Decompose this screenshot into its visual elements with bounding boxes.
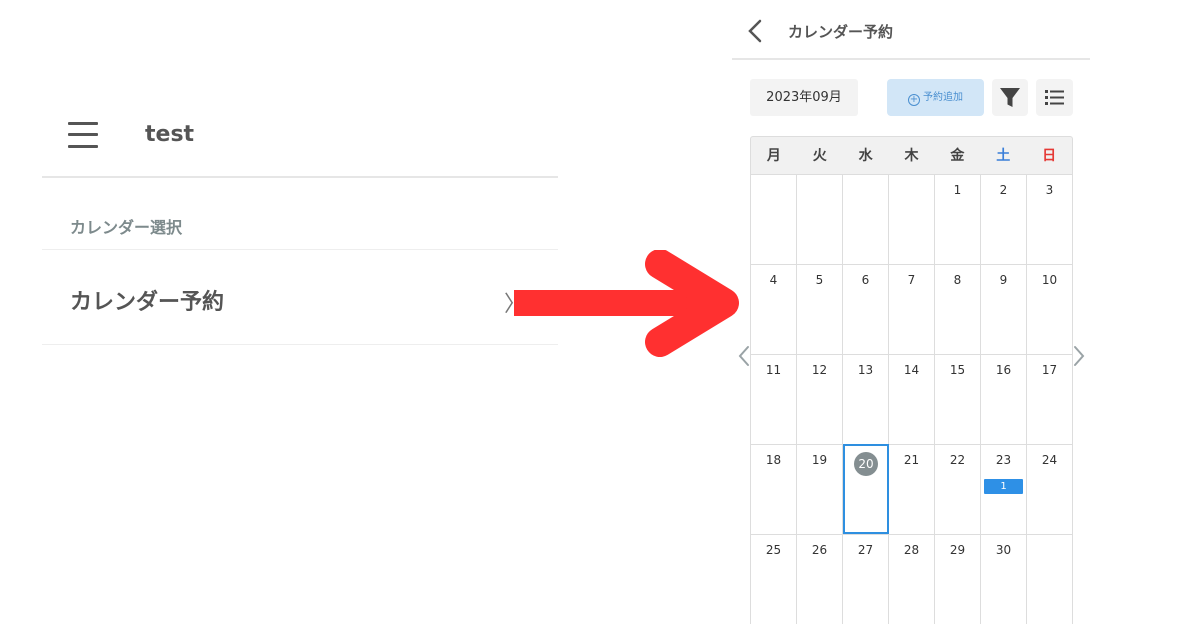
section-label: カレンダー選択 — [70, 218, 183, 237]
day-cell[interactable]: 11 — [751, 354, 797, 444]
day-number: 3 — [1045, 183, 1054, 197]
day-number: 29 — [949, 543, 966, 557]
weekday-header: 月 火 水 木 金 土 日 — [750, 136, 1073, 174]
day-number: 27 — [857, 543, 874, 557]
calendar-grid: 月 火 水 木 金 土 日 1 2 3 4 5 6 7 8 9 10 11 12 13 14 15 16 17 1… — [750, 136, 1073, 630]
day-number: 1 — [953, 183, 962, 197]
list-icon — [1045, 90, 1064, 105]
day-number: 9 — [999, 273, 1008, 287]
day-cell[interactable]: 9 — [981, 264, 1027, 354]
day-number: 12 — [811, 363, 828, 377]
calendar-days: 1 2 3 4 5 6 7 8 9 10 11 12 13 14 15 16 17 18 19 20 21 22 23 1 24… — [750, 174, 1073, 624]
day-cell[interactable] — [843, 174, 889, 264]
day-cell[interactable]: 19 — [797, 444, 843, 534]
weekday-wed: 水 — [858, 148, 873, 164]
day-number: 16 — [995, 363, 1012, 377]
calendar-header: カレンダー予約 — [732, 0, 1090, 60]
day-cell[interactable]: 27 — [843, 534, 889, 624]
list-item-label: カレンダー予約 — [70, 290, 225, 315]
chevron-left-icon[interactable] — [736, 344, 752, 368]
month-selector[interactable]: 2023年09月 — [750, 79, 858, 116]
day-cell[interactable] — [797, 174, 843, 264]
day-cell[interactable] — [1027, 534, 1073, 624]
chevron-right-icon[interactable] — [1071, 344, 1087, 368]
day-cell[interactable]: 7 — [889, 264, 935, 354]
day-cell[interactable]: 29 — [935, 534, 981, 624]
day-number: 4 — [769, 273, 778, 287]
filter-button[interactable] — [992, 79, 1028, 116]
day-cell[interactable] — [751, 174, 797, 264]
day-number: 13 — [857, 363, 874, 377]
list-view-button[interactable] — [1036, 79, 1073, 116]
day-number: 7 — [907, 273, 916, 287]
filter-icon — [1000, 88, 1020, 107]
day-cell[interactable]: 1 — [935, 174, 981, 264]
weekday-sun: 日 — [1042, 148, 1057, 164]
day-cell[interactable]: 26 — [797, 534, 843, 624]
day-number: 11 — [765, 363, 782, 377]
day-cell[interactable]: 8 — [935, 264, 981, 354]
day-cell[interactable]: 3 — [1027, 174, 1073, 264]
day-number: 23 — [995, 453, 1012, 467]
weekday-tue: 火 — [812, 148, 827, 164]
day-cell[interactable] — [889, 174, 935, 264]
add-reservation-button[interactable]: + 予約追加 — [887, 79, 984, 116]
arrow-right-icon — [514, 250, 739, 357]
day-cell[interactable]: 18 — [751, 444, 797, 534]
day-cell[interactable]: 14 — [889, 354, 935, 444]
day-number: 10 — [1041, 273, 1058, 287]
day-number: 25 — [765, 543, 782, 557]
day-cell[interactable]: 22 — [935, 444, 981, 534]
day-number: 22 — [949, 453, 966, 467]
day-cell[interactable]: 21 — [889, 444, 935, 534]
day-number: 5 — [815, 273, 824, 287]
day-cell[interactable]: 16 — [981, 354, 1027, 444]
day-cell[interactable]: 23 1 — [981, 444, 1027, 534]
day-number: 26 — [811, 543, 828, 557]
today-day-number: 20 — [854, 452, 878, 476]
add-reservation-label: 予約追加 — [923, 92, 963, 103]
weekday-mon: 月 — [766, 148, 781, 164]
left-header: test — [42, 100, 558, 178]
day-cell[interactable]: 5 — [797, 264, 843, 354]
day-cell[interactable]: 30 — [981, 534, 1027, 624]
day-number: 30 — [995, 543, 1012, 557]
plus-circle-icon: + — [908, 94, 920, 106]
day-number: 17 — [1041, 363, 1058, 377]
calendar-list-item[interactable]: カレンダー予約 〉 — [42, 250, 558, 345]
day-number: 21 — [903, 453, 920, 467]
day-number: 6 — [861, 273, 870, 287]
day-cell[interactable]: 2 — [981, 174, 1027, 264]
day-cell[interactable]: 12 — [797, 354, 843, 444]
weekday-thu: 木 — [904, 148, 919, 164]
day-number: 28 — [903, 543, 920, 557]
day-cell[interactable]: 17 — [1027, 354, 1073, 444]
day-cell[interactable]: 13 — [843, 354, 889, 444]
day-cell[interactable]: 25 — [751, 534, 797, 624]
weekday-fri: 金 — [950, 148, 965, 164]
back-chevron-icon[interactable] — [744, 18, 768, 44]
day-cell[interactable]: 6 — [843, 264, 889, 354]
day-cell[interactable]: 10 — [1027, 264, 1073, 354]
day-cell[interactable]: 20 — [843, 444, 889, 534]
day-cell[interactable]: 4 — [751, 264, 797, 354]
day-number: 24 — [1041, 453, 1058, 467]
reservation-count-badge[interactable]: 1 — [984, 479, 1023, 494]
left-header-title: test — [145, 122, 195, 147]
day-number: 8 — [953, 273, 962, 287]
day-cell[interactable]: 15 — [935, 354, 981, 444]
day-number: 15 — [949, 363, 966, 377]
day-number: 2 — [999, 183, 1008, 197]
calendar-header-title: カレンダー予約 — [788, 23, 894, 41]
weekday-sat: 土 — [996, 148, 1011, 164]
day-cell[interactable]: 24 — [1027, 444, 1073, 534]
day-number: 14 — [903, 363, 920, 377]
hamburger-icon[interactable] — [68, 120, 98, 150]
day-number: 18 — [765, 453, 782, 467]
day-number: 19 — [811, 453, 828, 467]
day-cell[interactable]: 28 — [889, 534, 935, 624]
